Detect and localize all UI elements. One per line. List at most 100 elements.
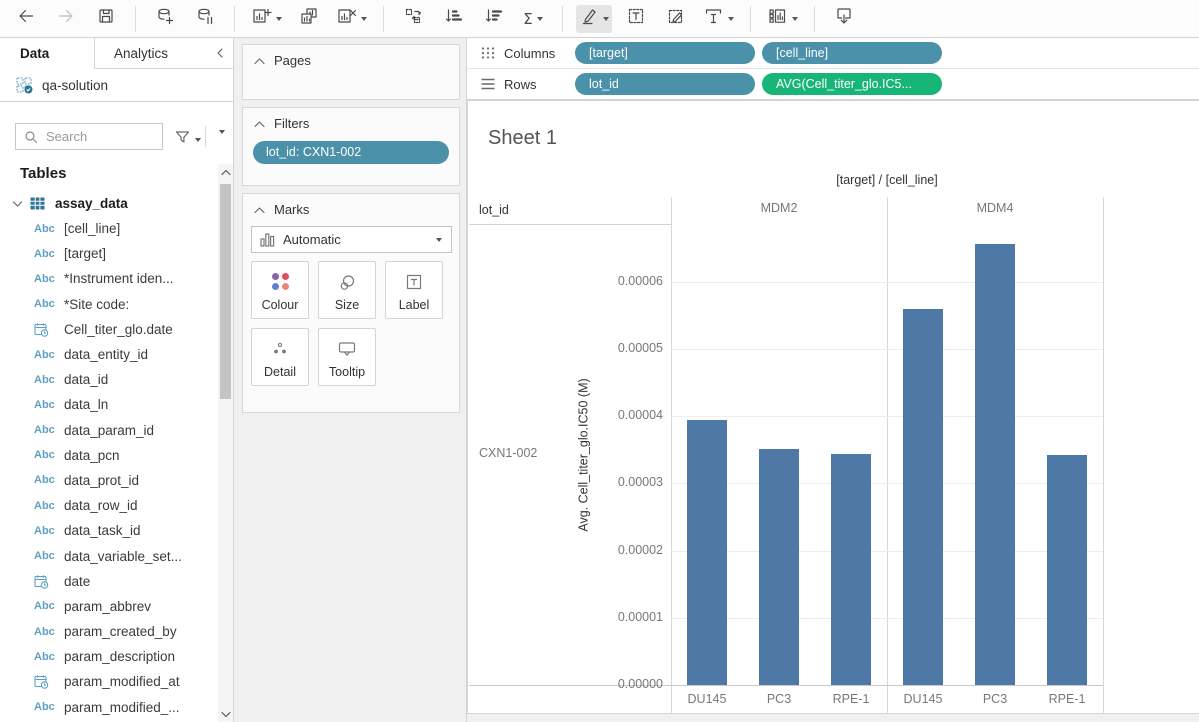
swap-rows-columns-button[interactable] [397,5,429,33]
field-item[interactable]: Abcdata_variable_set... [0,543,218,568]
gridline [671,483,1103,484]
scrollbar-thumb[interactable] [220,184,231,399]
shelf-pill[interactable]: AVG(Cell_titer_glo.IC5... [762,73,942,95]
clear-sheet-button[interactable] [333,5,370,33]
field-item[interactable]: Abcdata_pcn [0,443,218,468]
presentation-mode-button[interactable] [828,5,860,33]
chart-plot [671,225,1103,685]
field-item[interactable]: Abcdata_task_id [0,518,218,543]
sheet-title: Sheet 1 [488,127,557,150]
colour-button[interactable]: Colour [251,261,309,319]
new-worksheet-icon [251,6,272,31]
size-button[interactable]: Size [318,261,376,319]
scroll-down-icon[interactable] [218,706,233,722]
bar[interactable] [975,244,1015,685]
redo-arrow-icon [56,6,76,31]
field-item[interactable]: Abc*Instrument iden... [0,266,218,291]
collapse-chevron-icon[interactable] [253,57,265,65]
field-item[interactable]: Abcdata_entity_id [0,342,218,367]
mark-type-dropdown[interactable]: Automatic [251,226,452,253]
sidebar-scrollbar[interactable] [218,164,233,722]
bottom-strip [467,713,1199,722]
duplicate-sheet-icon [299,6,319,31]
sigma-icon: Σ [523,10,532,28]
field-item[interactable]: Abcparam_description [0,644,218,669]
field-item[interactable]: Abc*Site code: [0,292,218,317]
collapse-pane-button[interactable] [213,46,227,65]
bar[interactable] [687,420,727,685]
field-item[interactable]: Abcparam_created_by [0,619,218,644]
save-button[interactable] [90,5,122,33]
dropdown-caret-icon [728,17,734,21]
shelf-pill[interactable]: [cell_line] [762,42,942,64]
column-fields-header: [target] / [cell_line] [671,173,1103,187]
label-button[interactable]: Label [385,261,443,319]
format-button[interactable] [660,5,692,33]
bar[interactable] [1047,455,1087,685]
shelf-pill[interactable]: [target] [575,42,755,64]
pane-options-button[interactable] [215,134,225,152]
field-item[interactable]: Abcdata_row_id [0,493,218,518]
shelf-pill[interactable]: lot_id [575,73,755,95]
tooltip-button[interactable]: Tooltip [318,328,376,386]
table-item-assay-data[interactable]: assay_data [0,191,218,216]
abc-icon: Abc [34,449,64,461]
field-item[interactable]: Abcdata_ln [0,392,218,417]
highlight-button[interactable] [576,5,612,33]
field-item[interactable]: Abcdata_prot_id [0,468,218,493]
field-item[interactable]: Abcparam_abbrev [0,594,218,619]
redo-button[interactable] [50,5,82,33]
bar[interactable] [759,449,799,685]
field-label: Cell_titer_glo.date [64,322,173,337]
bar[interactable] [831,454,871,685]
rows-icon [480,77,496,91]
tab-analytics[interactable]: Analytics [96,38,168,68]
pane-border [1103,197,1104,713]
field-item[interactable]: Abcdata_id [0,367,218,392]
size-label: Size [335,298,359,312]
tables-section-label: Tables [20,165,66,182]
field-item[interactable]: Abcdata_param_id [0,418,218,443]
duplicate-button[interactable] [293,5,325,33]
tooltip-label: Tooltip [329,365,365,379]
new-worksheet-button[interactable] [248,5,285,33]
undo-arrow-icon [16,6,36,31]
new-data-source-button[interactable] [149,5,181,33]
y-tick-label: 0.00005 [558,341,663,355]
filter-fields-button[interactable] [174,129,201,150]
show-hide-cards-button[interactable] [764,5,801,33]
chevron-down-icon[interactable] [12,200,23,208]
field-item[interactable]: Abc[target] [0,241,218,266]
x-axis-label: RPE-1 [815,692,887,706]
scroll-up-icon[interactable] [218,164,233,180]
fit-button[interactable] [700,5,737,33]
field-item[interactable]: Abc[cell_line] [0,216,218,241]
sort-ascending-button[interactable] [437,5,469,33]
tab-data[interactable]: Data [0,38,95,69]
abc-icon: Abc [34,399,64,411]
field-label: data_variable_set... [64,549,182,564]
field-item[interactable]: param_modified_at [0,669,218,694]
totals-button[interactable]: Σ [517,5,549,33]
field-item[interactable]: date [0,569,218,594]
search-input-box[interactable] [15,123,163,150]
field-label: data_param_id [64,423,154,438]
tab-data-label: Data [20,46,49,61]
search-input[interactable] [44,128,156,145]
filter-pill[interactable]: lot_id: CXN1-002 [253,141,449,164]
detail-button[interactable]: Detail [251,328,309,386]
cards-panel: Pages Filters lot_id: CXN1-002 Marks Aut… [233,38,467,722]
field-label: param_modified_at [64,674,180,689]
sort-descending-button[interactable] [477,5,509,33]
collapse-chevron-icon[interactable] [253,206,265,214]
undo-button[interactable] [10,5,42,33]
pause-auto-updates-button[interactable] [189,5,221,33]
x-axis-label: DU145 [671,692,743,706]
collapse-chevron-icon[interactable] [253,120,265,128]
field-item[interactable]: Cell_titer_glo.date [0,317,218,342]
bar[interactable] [903,309,943,685]
datasource-row[interactable]: qa-solution [0,69,233,102]
toolbar: Σ [0,0,1199,38]
field-item[interactable]: Abcparam_modified_... [0,695,218,720]
show-mark-labels-button[interactable] [620,5,652,33]
